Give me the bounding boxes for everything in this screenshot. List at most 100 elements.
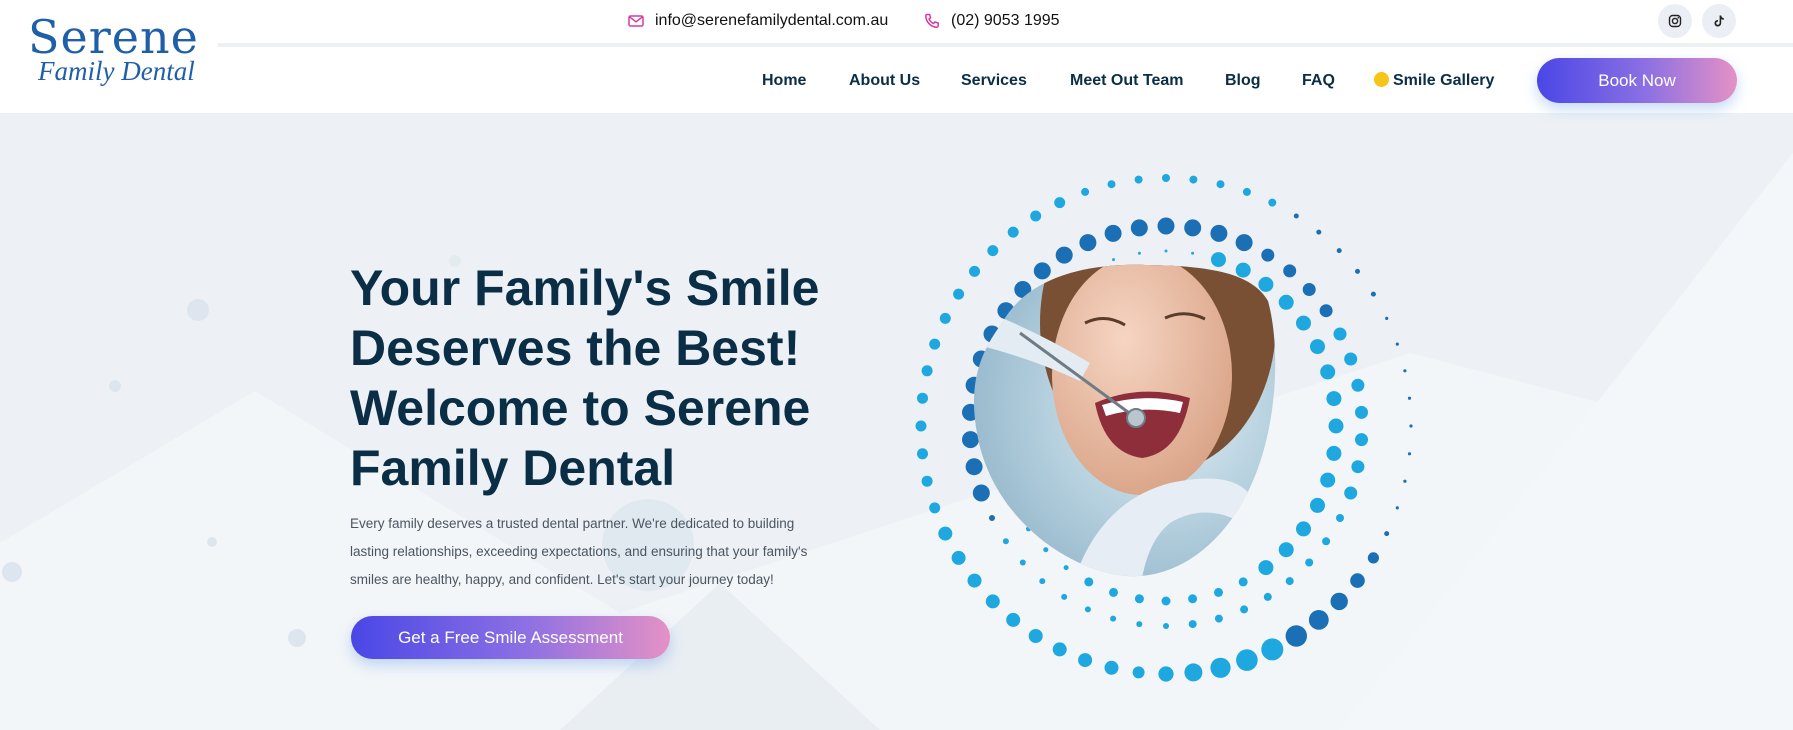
decorative-dot	[921, 475, 933, 487]
contact-phone-text: (02) 9053 1995	[951, 12, 1060, 29]
headline-line: Family Dental	[350, 440, 676, 496]
decorative-dot	[1351, 460, 1365, 474]
decorative-dot	[1164, 249, 1168, 253]
decorative-dot	[1084, 577, 1094, 587]
decorative-dot	[939, 312, 951, 324]
decorative-dot	[1214, 587, 1223, 597]
decorative-dot	[1078, 653, 1093, 668]
decorative-dot	[1283, 264, 1297, 278]
decorative-dot	[1134, 175, 1143, 184]
site-header: Serene Family Dental info@serenefamilyde…	[0, 0, 1793, 113]
decorative-dot	[1384, 531, 1390, 537]
decorative-dot	[1189, 175, 1198, 184]
mail-icon	[628, 15, 644, 27]
decorative-dot	[1407, 396, 1412, 400]
decorative-dot	[1235, 234, 1253, 252]
headline-line: Welcome to Serene	[350, 380, 811, 436]
decorative-dot	[1081, 187, 1090, 196]
decorative-dot	[1367, 552, 1379, 564]
decorative-dot	[1395, 342, 1399, 346]
decorative-dot	[917, 392, 928, 404]
decorative-dot	[1188, 594, 1198, 604]
contact-email-link[interactable]: info@serenefamilydental.com.au	[627, 12, 888, 30]
decorative-dot	[987, 245, 999, 257]
decorative-dot	[1238, 577, 1248, 587]
main-nav: Home About Us Services Meet Out Team Blo…	[0, 69, 1793, 93]
phone-icon	[925, 13, 939, 28]
decorative-dot	[1240, 605, 1249, 614]
decorative-dot	[1216, 180, 1225, 189]
decorative-dot	[1409, 424, 1413, 428]
decorative-dot	[1305, 558, 1314, 567]
decorative-dot	[1054, 197, 1066, 209]
free-smile-assessment-button[interactable]: Get a Free Smile Assessment	[351, 616, 670, 659]
decorative-dot	[1296, 315, 1311, 331]
tiktok-button[interactable]	[1702, 4, 1736, 38]
decorative-dot	[1344, 486, 1358, 500]
decorative-dot	[969, 265, 980, 277]
decorative-dot	[921, 365, 933, 377]
decorative-dot	[1107, 180, 1116, 189]
decorative-dot	[1161, 596, 1171, 606]
decorative-dot	[929, 502, 941, 514]
decorative-dot	[1278, 542, 1294, 558]
decorative-dot	[1403, 369, 1407, 373]
decorative-dot	[1157, 217, 1175, 235]
decorative-dot	[1336, 248, 1342, 254]
decorative-dot	[1370, 291, 1376, 297]
decorative-dot	[1326, 391, 1342, 407]
instagram-icon	[1668, 14, 1682, 28]
decorative-dot	[1278, 294, 1294, 310]
decorative-dot	[1055, 246, 1073, 264]
decorative-dot	[965, 458, 983, 476]
nav-blog[interactable]: Blog	[1225, 69, 1261, 93]
decorative-dot	[1351, 378, 1365, 392]
nav-meet-our-team[interactable]: Meet Out Team	[1070, 69, 1184, 93]
decorative-dot	[1130, 219, 1148, 237]
decorative-dot	[1385, 316, 1389, 320]
decorative-dot	[1210, 657, 1231, 678]
decorative-dot	[1043, 547, 1049, 553]
description-line: lasting relationships, exceeding expecta…	[350, 544, 808, 559]
decorative-dot	[1296, 521, 1311, 537]
logo-wordmark: Serene	[28, 10, 199, 64]
book-now-button[interactable]: Book Now	[1537, 58, 1737, 103]
decorative-dot	[1052, 642, 1067, 657]
instagram-button[interactable]	[1658, 4, 1692, 38]
decorative-dot	[1333, 327, 1347, 341]
decorative-dot	[1310, 497, 1325, 513]
decorative-dot	[967, 573, 982, 588]
decorative-dot	[1214, 614, 1223, 623]
decorative-dot	[1132, 666, 1145, 679]
decorative-dot	[1258, 560, 1274, 576]
nav-smile-gallery-label: Smile Gallery	[1393, 72, 1495, 89]
hero-image-ring	[915, 174, 1413, 682]
nav-about-us[interactable]: About Us	[849, 69, 920, 93]
nav-faq[interactable]: FAQ	[1302, 69, 1335, 93]
nav-home[interactable]: Home	[762, 69, 806, 93]
decorative-dot	[1407, 452, 1412, 456]
decorative-dot	[1063, 565, 1069, 571]
decorative-dot	[1188, 620, 1197, 629]
decorative-dot	[1320, 472, 1336, 488]
decorative-dot	[1007, 226, 1019, 238]
decorative-dot	[1355, 268, 1360, 274]
nav-services[interactable]: Services	[961, 69, 1027, 93]
header-divider	[218, 43, 1793, 47]
decorative-dot	[1326, 445, 1342, 461]
decorative-dot	[1235, 262, 1251, 278]
contact-phone-link[interactable]: (02) 9053 1995	[923, 12, 1060, 30]
decorative-dot	[1268, 198, 1277, 207]
decorative-dot	[1134, 594, 1144, 604]
decorative-dot	[1285, 625, 1307, 647]
decorative-dot	[1158, 666, 1174, 682]
hero-headline: Your Family's Smile Deserves the Best! W…	[350, 258, 870, 498]
decorative-dot	[1355, 433, 1368, 447]
description-line: Every family deserves a trusted dental p…	[350, 516, 795, 531]
decorative-dot	[972, 484, 990, 502]
decorative-dot	[1285, 577, 1294, 586]
decorative-dot	[1395, 506, 1399, 510]
headline-line: Deserves the Best!	[350, 320, 801, 376]
nav-smile-gallery[interactable]: Smile Gallery	[1374, 69, 1494, 93]
decorative-dot	[1104, 224, 1122, 242]
